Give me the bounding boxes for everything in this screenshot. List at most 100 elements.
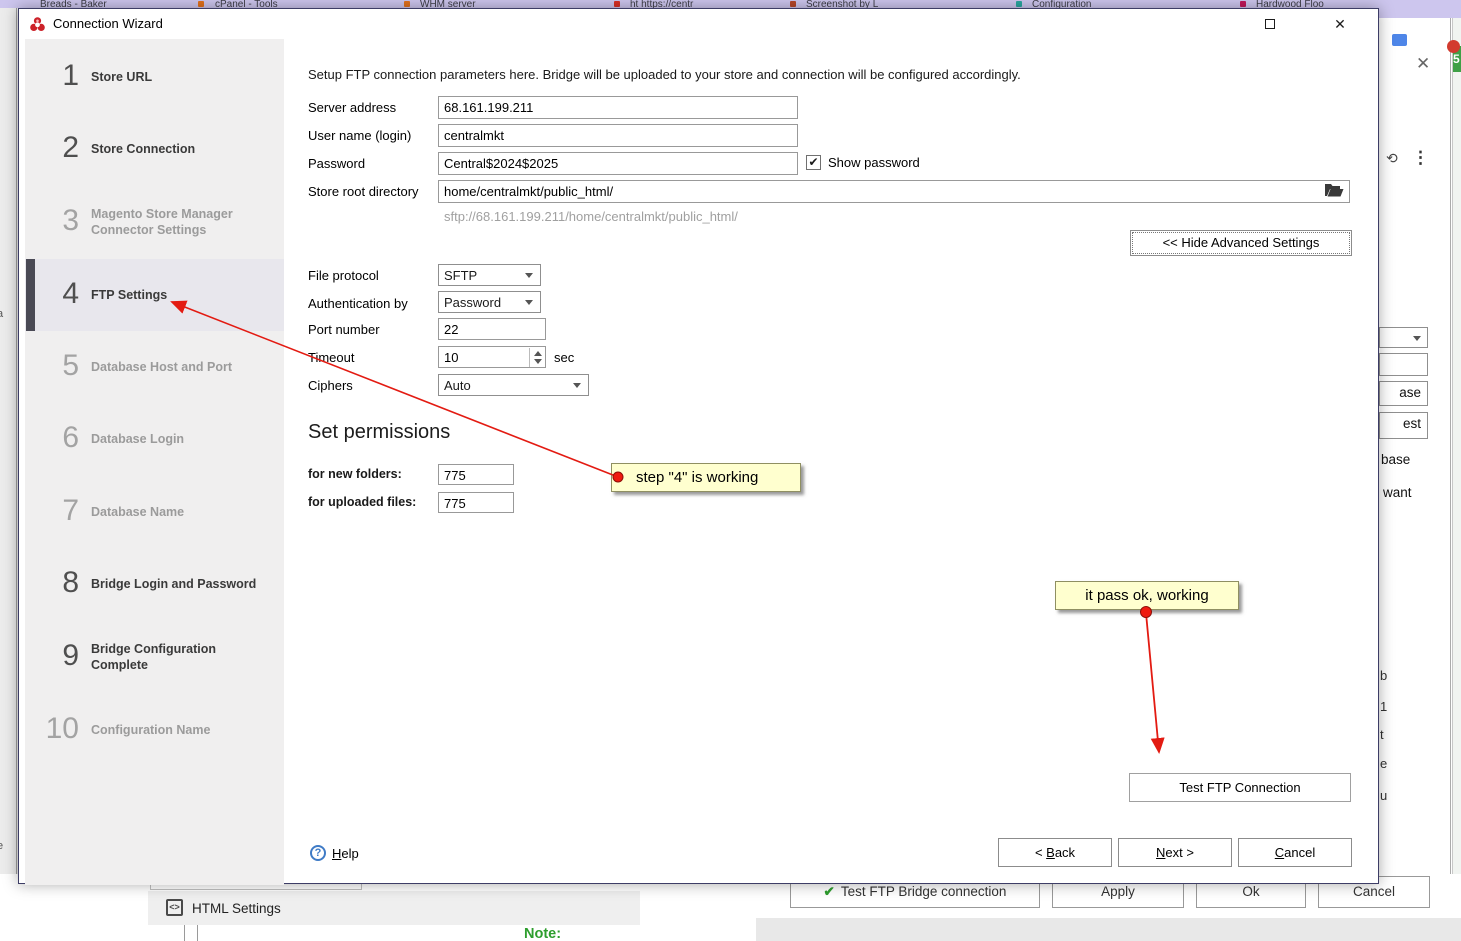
browser-tabs-strip-right xyxy=(1379,0,1461,18)
step-label: Database Login xyxy=(91,432,185,446)
note-label: Note: xyxy=(524,926,562,941)
port-number-input[interactable]: 22 xyxy=(438,318,546,340)
sftp-url-hint: sftp://68.161.199.211/home/centralmkt/pu… xyxy=(444,209,738,224)
refresh-icon[interactable]: ⟲ xyxy=(1386,150,1398,167)
background-dropdown[interactable] xyxy=(1379,327,1428,348)
step-number: 1 xyxy=(62,59,79,92)
scrollbar[interactable] xyxy=(1452,18,1461,920)
help-icon: ? xyxy=(310,845,326,861)
maximize-icon xyxy=(1265,19,1275,29)
spinner-up-icon[interactable] xyxy=(534,351,542,356)
step-database-name[interactable]: 7 Database Name xyxy=(25,476,284,548)
background-window-left-sliver: a e xyxy=(0,8,18,941)
step-ftp-settings[interactable]: 4 FTP Settings xyxy=(25,259,284,331)
store-root-label: Store root directory xyxy=(308,184,419,199)
password-label: Password xyxy=(308,156,366,171)
step-database-host-port[interactable]: 5 Database Host and Port xyxy=(25,331,284,403)
chevron-down-icon xyxy=(525,273,533,278)
step-label: Store Connection xyxy=(91,142,196,156)
browser-tab[interactable]: Screenshot by L xyxy=(806,0,878,8)
close-button[interactable]: ✕ xyxy=(1325,13,1355,35)
blue-app-icon xyxy=(1392,34,1407,46)
chevron-down-icon xyxy=(1413,336,1421,341)
username-input[interactable]: centralmkt xyxy=(438,124,798,147)
browser-tab[interactable]: Breads - Baker xyxy=(40,0,107,8)
store-root-value: home/centralmkt/public_html/ xyxy=(444,184,614,199)
username-label: User name (login) xyxy=(308,128,412,143)
background-desktop-strip xyxy=(756,918,1461,941)
step-label: FTP Settings xyxy=(91,288,168,302)
step-label: Database Name xyxy=(91,505,185,519)
annotation-step4-working: step "4" is working xyxy=(611,463,801,492)
server-address-input[interactable]: 68.161.199.211 xyxy=(438,96,798,119)
background-button[interactable]: ase xyxy=(1379,381,1428,406)
step-number: 5 xyxy=(62,349,79,382)
ciphers-label: Ciphers xyxy=(308,378,353,393)
focus-rect xyxy=(1132,232,1350,254)
file-protocol-dropdown[interactable]: SFTP xyxy=(438,264,541,286)
step-bridge-login[interactable]: 8 Bridge Login and Password xyxy=(25,548,284,620)
step-configuration-name[interactable]: 10 Configuration Name xyxy=(25,694,284,766)
background-text-fragment: want xyxy=(1383,485,1412,500)
new-folders-label: for new folders: xyxy=(308,467,402,481)
browser-tab[interactable]: Configuration xyxy=(1032,0,1091,8)
show-password-checkbox[interactable]: ✔ xyxy=(806,155,821,170)
annotation-pass-ok: it pass ok, working xyxy=(1055,581,1239,610)
window-title: Connection Wizard xyxy=(53,16,163,31)
step-number: 6 xyxy=(62,421,79,454)
browser-tab[interactable]: Hardwood Floo xyxy=(1256,0,1324,8)
timeout-stepper[interactable] xyxy=(529,348,544,367)
store-manager-logo-icon xyxy=(30,17,45,31)
auth-by-dropdown[interactable]: Password xyxy=(438,291,541,313)
green-check-icon: ✔ xyxy=(823,884,835,899)
ciphers-dropdown[interactable]: Auto xyxy=(438,374,589,396)
background-button[interactable]: est xyxy=(1379,412,1428,439)
step-number: 7 xyxy=(62,494,79,527)
spinner-down-icon[interactable] xyxy=(534,359,542,364)
browser-tab[interactable]: cPanel - Tools xyxy=(215,0,278,8)
hide-advanced-settings-button[interactable]: << Hide Advanced Settings xyxy=(1130,230,1352,256)
password-input[interactable]: Central$2024$2025 xyxy=(438,152,798,175)
back-button[interactable]: < Back xyxy=(998,838,1112,867)
html-settings-item[interactable]: <> HTML Settings xyxy=(148,891,640,925)
timeout-value: 10 xyxy=(444,350,459,365)
button-label: Test FTP Bridge connection xyxy=(840,884,1007,899)
timeout-label: Timeout xyxy=(308,350,355,365)
help-label: H xyxy=(332,846,342,861)
browser-tab[interactable]: ht https://centr xyxy=(630,0,693,8)
step-label: Bridge Login and Password xyxy=(91,577,257,591)
background-text-fragment: a xyxy=(0,308,4,320)
step-database-login[interactable]: 6 Database Login xyxy=(25,403,284,475)
cancel-button[interactable]: Cancel xyxy=(1238,838,1352,867)
close-icon[interactable]: ✕ xyxy=(1416,54,1430,74)
maximize-button[interactable] xyxy=(1255,13,1285,35)
step-bridge-complete[interactable]: 9 Bridge Configuration Complete xyxy=(25,621,284,693)
new-folders-input[interactable]: 775 xyxy=(438,464,514,485)
file-protocol-label: File protocol xyxy=(308,268,379,283)
intro-text: Setup FTP connection parameters here. Br… xyxy=(308,67,1021,82)
store-root-input[interactable]: home/centralmkt/public_html/ xyxy=(438,180,1350,203)
chevron-down-icon xyxy=(525,300,533,305)
port-number-label: Port number xyxy=(308,322,380,337)
chevron-down-icon xyxy=(573,383,581,388)
set-permissions-heading: Set permissions xyxy=(308,421,451,443)
step-number: 9 xyxy=(62,639,79,672)
timeout-input[interactable]: 10 xyxy=(438,346,546,368)
dropdown-value: SFTP xyxy=(444,268,478,283)
step-connector-settings[interactable]: 3 Magento Store Manager Connector Settin… xyxy=(25,186,284,258)
step-store-url[interactable]: 1 Store URL xyxy=(25,41,284,113)
background-input[interactable] xyxy=(1379,353,1428,376)
step-label: Magento Store Manager Connector Settings xyxy=(91,207,233,237)
step-number: 3 xyxy=(62,204,79,237)
next-button[interactable]: Next > xyxy=(1118,838,1232,867)
step-store-connection[interactable]: 2 Store Connection xyxy=(25,113,284,185)
browse-folder-button[interactable] xyxy=(1322,183,1346,200)
uploaded-files-input[interactable]: 775 xyxy=(438,492,514,513)
dropdown-value: Auto xyxy=(444,378,471,393)
browser-tab[interactable]: WHM server xyxy=(420,0,476,8)
tab-favicon xyxy=(790,1,796,7)
title-bar[interactable]: Connection Wizard ✕ xyxy=(19,9,1378,39)
test-ftp-connection-button[interactable]: Test FTP Connection xyxy=(1129,773,1351,802)
kebab-menu-icon[interactable]: ⋮ xyxy=(1412,148,1429,168)
tab-favicon xyxy=(198,1,204,7)
